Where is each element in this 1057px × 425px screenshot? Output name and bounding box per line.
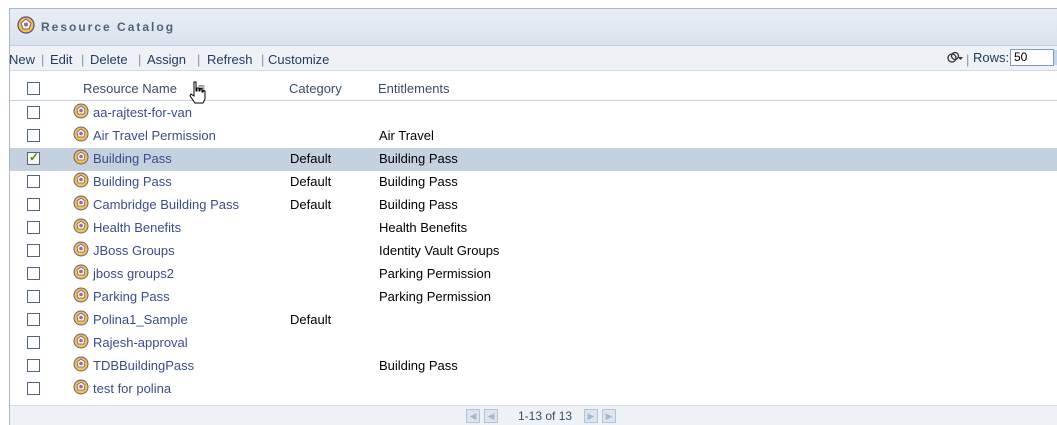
entitlements-cell: Air Travel (379, 128, 434, 143)
row-checkbox[interactable] (27, 221, 40, 234)
resource-icon (73, 103, 89, 119)
row-checkbox[interactable] (27, 129, 40, 142)
resource-icon (73, 218, 89, 234)
entitlements-cell: Parking Permission (379, 289, 491, 304)
table-row[interactable]: jboss groups2 Parking Permission (10, 263, 1057, 286)
resource-name-link[interactable]: jboss groups2 (93, 266, 174, 281)
resource-name-link[interactable]: Health Benefits (93, 220, 181, 235)
table-row[interactable]: Rajesh-approval (10, 332, 1057, 355)
resource-icon (73, 149, 89, 165)
toolbar-separator: | (81, 52, 85, 67)
first-page-icon[interactable]: ◀ (466, 409, 480, 423)
assign-button[interactable]: Assign (147, 52, 186, 67)
row-checkbox[interactable] (27, 336, 40, 349)
table-row[interactable]: Polina1_Sample Default (10, 309, 1057, 332)
resource-icon (73, 126, 89, 142)
resource-icon (73, 310, 89, 326)
rows-label: Rows: (973, 50, 1010, 65)
entitlements-cell: Building Pass (379, 174, 458, 189)
toolbar-separator: | (966, 52, 970, 67)
select-all-checkbox[interactable] (27, 82, 40, 95)
resource-icon (73, 333, 89, 349)
resource-name-link[interactable]: aa-rajtest-for-van (93, 105, 192, 120)
row-checkbox[interactable]: ✓ (27, 150, 40, 165)
row-checkbox[interactable] (27, 198, 40, 211)
column-header-resource-name[interactable]: Resource Name (83, 81, 177, 96)
category-cell: Default (290, 151, 332, 166)
entitlements-cell: Building Pass (379, 151, 458, 166)
resource-name-link[interactable]: Rajesh-approval (93, 335, 188, 350)
toolbar-separator: | (41, 52, 45, 67)
table-row[interactable]: Parking Pass Parking Permission (10, 286, 1057, 309)
category-cell: Default (290, 174, 332, 189)
page-range-text: 1-13 of 13 (518, 409, 573, 423)
toolbar-separator: | (138, 52, 142, 67)
table-row[interactable]: Building Pass Default Building Pass (10, 171, 1057, 194)
resource-name-link[interactable]: TDBBuildingPass (93, 358, 194, 373)
resource-icon (73, 264, 89, 280)
resource-catalog-icon (17, 16, 35, 34)
resource-name-link[interactable]: Building Pass (93, 151, 172, 166)
pagination-bar: ◀ ◀ 1-13 of 13 ▶ ▶ (10, 405, 1057, 425)
resource-icon (73, 241, 89, 257)
category-cell: Default (290, 197, 332, 212)
row-checkbox[interactable] (27, 244, 40, 257)
table-row[interactable]: Air Travel Permission Air Travel (10, 125, 1057, 148)
table-row[interactable]: TDBBuildingPass Building Pass (10, 355, 1057, 378)
checkmark-icon: ✓ (29, 150, 40, 164)
table-row[interactable]: Cambridge Building Pass Default Building P… (10, 194, 1057, 217)
resource-icon (73, 379, 89, 395)
entitlements-cell: Building Pass (379, 358, 458, 373)
resource-icon (73, 172, 89, 188)
table-row[interactable]: test for polina (10, 378, 1057, 401)
entitlements-cell: Identity Vault Groups (379, 243, 500, 258)
table-row[interactable]: ✓ Building Pass Default Building Pass (10, 148, 1057, 171)
resource-icon (73, 356, 89, 372)
panel-titlebar: Resource Catalog (10, 9, 1057, 46)
next-page-icon[interactable]: ▶ (584, 409, 598, 423)
entitlements-cell: Health Benefits (379, 220, 468, 235)
resource-catalog-panel: Resource Catalog New | Edit | Delete | A… (9, 8, 1057, 425)
column-header-category[interactable]: Category (289, 81, 342, 96)
hand-cursor-icon (189, 81, 206, 104)
row-checkbox[interactable] (27, 313, 40, 326)
action-toolbar: New | Edit | Delete | Assign | Refresh |… (9, 46, 1057, 71)
new-button[interactable]: New (9, 52, 35, 67)
resource-icon (73, 195, 89, 211)
table-header: Resource Name ≡ Category Entitlements (10, 78, 1057, 101)
entitlements-cell: Building Pass (379, 197, 458, 212)
refresh-button[interactable]: Refresh (207, 52, 253, 67)
resource-name-link[interactable]: Parking Pass (93, 289, 170, 304)
category-cell: Default (290, 312, 332, 327)
column-header-entitlements[interactable]: Entitlements (378, 81, 450, 96)
toolbar-separator: | (197, 52, 201, 67)
edit-button[interactable]: Edit (50, 52, 72, 67)
rows-per-page-select[interactable]: 50 (1010, 49, 1054, 66)
resource-name-link[interactable]: Polina1_Sample (93, 312, 188, 327)
toolbar-separator: | (261, 52, 265, 67)
table-row[interactable]: aa-rajtest-for-van (10, 102, 1057, 125)
refresh-options-icon[interactable] (946, 50, 964, 66)
resource-name-link[interactable]: Cambridge Building Pass (93, 197, 239, 212)
resource-icon (73, 287, 89, 303)
resource-name-link[interactable]: Air Travel Permission (93, 128, 216, 143)
customize-button[interactable]: Customize (268, 52, 329, 67)
row-checkbox[interactable] (27, 106, 40, 119)
last-page-icon[interactable]: ▶ (602, 409, 616, 423)
row-checkbox[interactable] (27, 267, 40, 280)
resource-name-link[interactable]: test for polina (93, 381, 171, 396)
resource-name-link[interactable]: Building Pass (93, 174, 172, 189)
row-checkbox[interactable] (27, 359, 40, 372)
entitlements-cell: Parking Permission (379, 266, 491, 281)
row-checkbox[interactable] (27, 175, 40, 188)
row-checkbox[interactable] (27, 290, 40, 303)
table-row[interactable]: Health Benefits Health Benefits (10, 217, 1057, 240)
row-checkbox[interactable] (27, 382, 40, 395)
resource-name-link[interactable]: JBoss Groups (93, 243, 175, 258)
table-row[interactable]: JBoss Groups Identity Vault Groups (10, 240, 1057, 263)
delete-button[interactable]: Delete (90, 52, 128, 67)
previous-page-icon[interactable]: ◀ (484, 409, 498, 423)
panel-title: Resource Catalog (41, 20, 176, 34)
